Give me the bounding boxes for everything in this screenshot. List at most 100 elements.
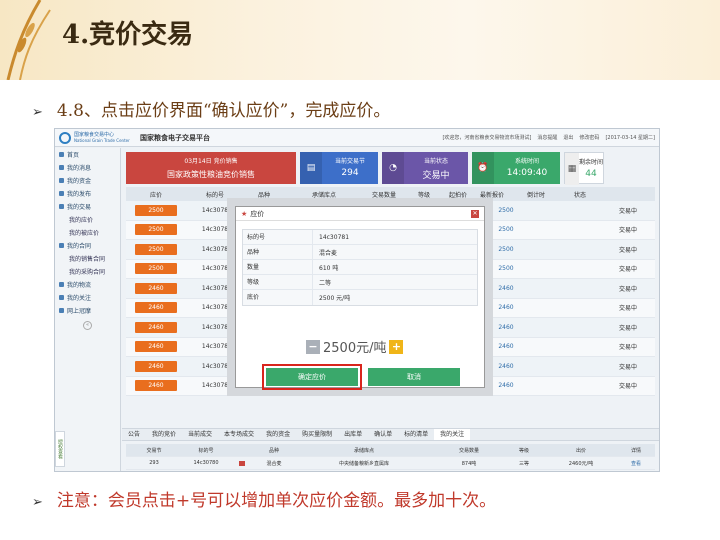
bid-price-button[interactable]: 2460	[135, 341, 177, 353]
menu-icon	[59, 165, 64, 170]
star-icon: ★	[241, 209, 248, 218]
table-row: 29414c30781混合麦中央储备粮新乡直属库610吨二等2500元/吨查看	[126, 470, 655, 471]
remaining-card: ▦ 剩余时间 44	[564, 152, 604, 185]
bid-price-button[interactable]: 2460	[135, 360, 177, 372]
depot-cell: 中央储备粮新乡直属库	[338, 460, 389, 467]
logout-link[interactable]: 退出	[563, 134, 573, 141]
instruction-text: 4.8、点击应价界面“确认应价”，完成应价。	[56, 101, 391, 121]
info-row: 底价 2500 元/吨	[243, 290, 477, 305]
sidebar-item[interactable]: 我的合同	[55, 239, 120, 252]
status-cell: 交易中	[618, 266, 637, 274]
status-cell: 交易中	[618, 305, 637, 313]
sidebar-item[interactable]: 我的被应价	[55, 226, 120, 239]
tab-item[interactable]: 我的关注	[434, 429, 471, 440]
note-bullet: ➢ 注意：会员点击+号可以增加单次应价金额。最多加十次。	[32, 486, 496, 511]
status-cell: 交易中	[618, 285, 637, 293]
delete-cell	[230, 460, 254, 466]
sidebar-item[interactable]: 我的发布	[55, 187, 120, 200]
tab-item[interactable]: 本专场成交	[218, 429, 260, 440]
tab-item[interactable]: 我的资金	[260, 429, 296, 440]
tab-item[interactable]: 我的竞价	[146, 429, 182, 440]
dialog-title: 应价	[250, 209, 265, 218]
price-cell: 2500	[126, 224, 186, 236]
confirm-bid-button[interactable]: 确定应价	[262, 364, 362, 390]
bid-price-button[interactable]: 2500	[135, 204, 177, 216]
bid-price-button[interactable]: 2460	[135, 282, 177, 294]
tab-item[interactable]: 当前成交	[182, 429, 218, 440]
sidebar-item[interactable]: 我的应价	[55, 213, 120, 226]
sidebar-item[interactable]: 我的关注	[55, 291, 120, 304]
password-link[interactable]: 修改密码	[579, 134, 599, 141]
date-text: [2017-03-14 星期二]	[605, 135, 655, 141]
side-badge[interactable]: 授权查看	[55, 431, 65, 467]
cancel-button[interactable]: 取消	[368, 368, 460, 386]
price-cell: 2460	[126, 321, 186, 333]
status-card: ◔ 当前状态 交易中	[382, 152, 468, 184]
top-bar: 国家粮食交易中心 National Grain Trade Center 国家粮食…	[55, 129, 659, 147]
column-header: 标的号	[198, 447, 214, 454]
info-value: 混合麦	[319, 249, 338, 257]
bid-price-button[interactable]: 2460	[135, 302, 177, 314]
menu-icon	[59, 243, 64, 248]
bid-price-button[interactable]: 2500	[135, 263, 177, 275]
status-cell: 交易中	[618, 227, 637, 235]
menu-icon	[59, 191, 64, 196]
start-price: 2500	[498, 226, 514, 234]
sidebar-item[interactable]: 网上冠摩	[55, 304, 120, 317]
menu-icon	[59, 295, 64, 300]
plus-button[interactable]: +	[389, 339, 404, 354]
server-icon: ▤	[300, 152, 322, 184]
start-price: 2460	[498, 362, 514, 370]
info-label: 标的号	[243, 230, 313, 244]
sidebar-item[interactable]: 我的物流	[55, 278, 120, 291]
menu-icon	[59, 308, 64, 313]
column-header: 出价	[575, 447, 586, 454]
sidebar-item[interactable]: 我的采购合同	[55, 265, 120, 278]
info-value: 2500 元/吨	[319, 295, 351, 302]
tab-item[interactable]: 出库单	[338, 429, 368, 440]
price-cell: 2500	[126, 204, 186, 216]
info-label: 底价	[243, 290, 313, 305]
sidebar-item[interactable]: 首页	[55, 148, 120, 161]
start-price: 2500	[498, 206, 514, 214]
tab-item[interactable]: 购买量限制	[296, 429, 338, 440]
price-cell: 2460	[126, 380, 186, 392]
grade-cell: 三等	[518, 460, 529, 467]
table-row: 293 14c30780 混合麦 中央储备粮新乡直属库 874吨 三等 2460元/吨 查看	[126, 457, 655, 470]
tab-item[interactable]: 确认单	[368, 429, 398, 440]
info-row: 等级 二等	[243, 275, 477, 290]
menu-icon	[59, 204, 64, 209]
message-link[interactable]: 消息提醒	[537, 134, 557, 141]
logo-icon	[59, 131, 71, 144]
start-price: 2500	[498, 265, 514, 273]
column-header: 交易数量	[458, 447, 479, 454]
bid-price-button[interactable]: 2460	[135, 380, 177, 392]
wheat-icon	[6, 0, 51, 80]
price-cell: 2460	[126, 302, 186, 314]
info-value: 610 吨	[319, 264, 339, 272]
sidebar-item[interactable]: 我的销售合同	[55, 252, 120, 265]
sidebar-item[interactable]: 我的交易	[55, 200, 120, 213]
instruction-bullet: ➢ 4.8、点击应价界面“确认应价”，完成应价。	[32, 96, 390, 121]
tab-item[interactable]: 标的清单	[398, 429, 434, 440]
bid-price-button[interactable]: 2460	[135, 321, 177, 333]
minus-button[interactable]: −	[306, 339, 320, 354]
slide-header: 4.竞价交易	[0, 0, 720, 80]
column-header: 交易节	[146, 447, 162, 454]
bid-dialog: ★ 应价 ✕ 标的号 14c30781 品种 混合麦 数量 610 吨等级 二等 底价 2500…	[235, 206, 485, 390]
detail-link[interactable]: 查看	[618, 460, 654, 467]
qty-cell: 874吨	[461, 460, 477, 467]
bottom-tabs: 公告 我的竞价 当前成交 本专场成交 我的资金 购买量限制 出库单 确认单 标的清单 我的关注	[122, 428, 659, 441]
close-icon[interactable]: ✕	[471, 209, 479, 218]
modal-overlay: ★ 应价 ✕ 标的号 14c30781 品种 混合麦 数量 610 吨等级 二等 底价 2500…	[227, 198, 493, 396]
collapse-icon[interactable]: «	[83, 321, 92, 330]
slide-title: 4.竞价交易	[62, 20, 194, 50]
sidebar-item[interactable]: 我的资金	[55, 174, 120, 187]
sidebar-item[interactable]: 我的消息	[55, 161, 120, 174]
info-label: 数量	[243, 260, 313, 274]
tab-item[interactable]: 公告	[122, 429, 146, 440]
bid-price-button[interactable]: 2500	[135, 243, 177, 255]
menu-icon	[59, 152, 64, 157]
delete-icon[interactable]	[239, 460, 245, 466]
bid-price-button[interactable]: 2500	[135, 224, 177, 236]
